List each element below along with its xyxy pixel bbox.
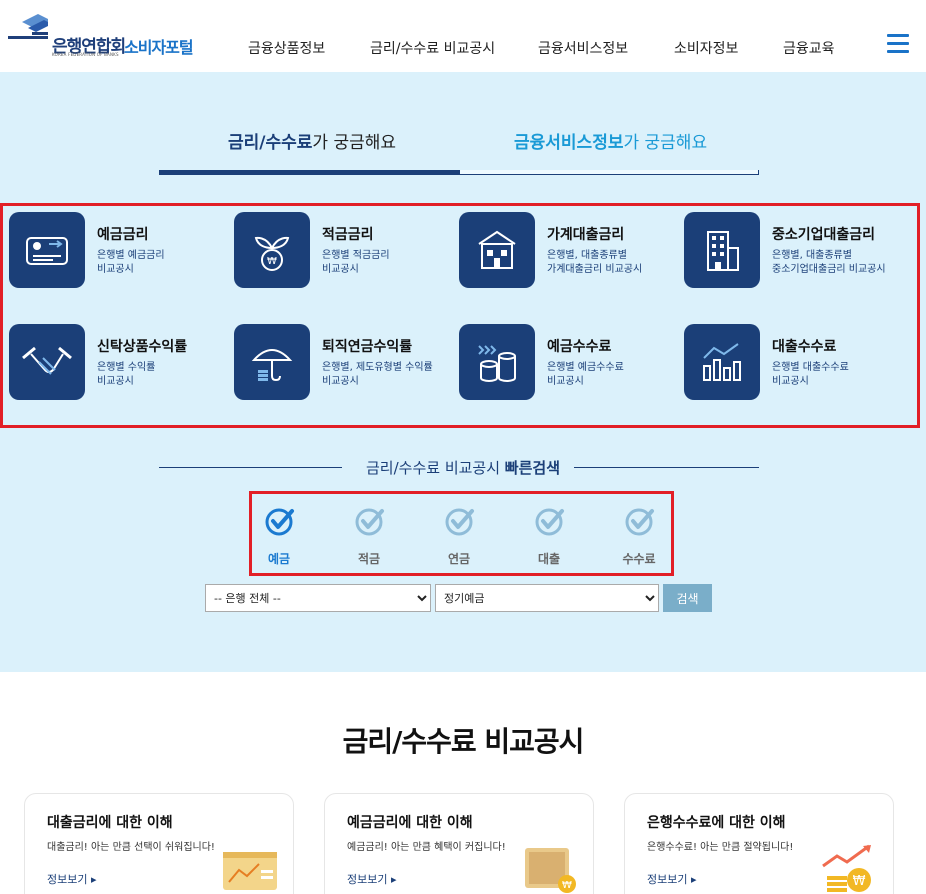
check-circle-icon	[445, 508, 474, 536]
portal-name: 소비자포털	[124, 38, 194, 57]
office-building-icon	[684, 212, 760, 288]
coin-stacks-icon	[459, 324, 535, 400]
safe-coin-icon: ₩	[525, 848, 576, 893]
svg-text:₩: ₩	[267, 256, 277, 267]
tab-financial-services[interactable]: 금융서비스정보가 궁금해요	[514, 128, 707, 153]
quick-search-title: 금리/수수료 비교공시 빠른검색	[366, 459, 560, 477]
chart-board-icon	[223, 852, 277, 890]
service-loan-fee[interactable]: 대출수수료 은행별 대출수수료 비교공시	[684, 324, 909, 400]
nav-financial-products[interactable]: 금융상품정보	[248, 38, 325, 58]
card-title: 예금금리에 대한 이해	[347, 815, 473, 831]
service-deposit-fee[interactable]: 예금수수료 은행별 예금수수료 비교공시	[459, 324, 684, 400]
card-link[interactable]: 정보보기 ▸	[647, 871, 697, 887]
check-circle-icon	[265, 508, 294, 536]
nav-consumer-info[interactable]: 소비자정보	[674, 38, 738, 58]
quick-option-label: 예금	[267, 552, 291, 566]
card-title: 은행수수료에 대한 이해	[647, 815, 786, 831]
service-trust-return[interactable]: 신탁상품수익률 은행별 수익률 비교공시	[9, 324, 234, 400]
nav-financial-services[interactable]: 금융서비스정보	[538, 38, 628, 58]
quick-option-label: 대출	[537, 552, 561, 566]
coin-growth-icon: ₩	[822, 844, 871, 892]
card-desc: 은행수수료! 아는 만큼 절약됩니다!	[647, 842, 794, 853]
section-title: 금리/수수료 비교공시	[342, 725, 585, 758]
umbrella-coins-icon	[234, 324, 310, 400]
divider-right	[574, 467, 759, 468]
info-card-deposit-rate[interactable]: 예금금리에 대한 이해 예금금리! 아는 만큼 혜택이 커집니다! 정보보기 ▸…	[324, 793, 594, 894]
service-desc: 은행별 대출수수료 비교공시	[772, 362, 849, 387]
service-title: 예금수수료	[547, 339, 612, 355]
service-household-loan-rate[interactable]: 가계대출금리 은행별, 대출종류별 가계대출금리 비교공시	[459, 212, 684, 288]
card-desc: 예금금리! 아는 만큼 혜택이 커집니다!	[347, 842, 506, 853]
service-desc: 은행별, 대출종류별 중소기업대출금리 비교공시	[772, 250, 886, 275]
tab-active-indicator	[159, 170, 459, 175]
tab-underline	[459, 170, 759, 175]
nav-financial-education[interactable]: 금융교육	[783, 38, 835, 58]
handshake-icon	[9, 324, 85, 400]
service-title: 대출수수료	[772, 339, 837, 355]
nav-rate-fee-comparison[interactable]: 금리/수수료 비교공시	[370, 38, 495, 58]
quick-option-deposit[interactable]: 예금	[249, 506, 309, 567]
service-savings-rate[interactable]: ₩ 적금금리 은행별 적금금리 비교공시	[234, 212, 459, 288]
org-english-name: KOREA FEDERATION OF BANKS	[52, 52, 119, 57]
check-circle-icon	[355, 508, 384, 536]
service-desc: 은행별 수익률 비교공시	[97, 362, 156, 387]
house-building-icon	[459, 212, 535, 288]
service-pension-return[interactable]: 퇴직연금수익률 은행별, 제도유형별 수익률 비교공시	[234, 324, 459, 400]
service-title: 중소기업대출금리	[772, 227, 876, 243]
info-card-loan-rate[interactable]: 대출금리에 대한 이해 대출금리! 아는 만큼 선택이 쉬워집니다! 정보보기 …	[24, 793, 294, 894]
service-deposit-rate[interactable]: 예금금리 은행별 예금금리 비교공시	[9, 212, 234, 288]
svg-text:₩: ₩	[562, 880, 572, 891]
service-title: 예금금리	[97, 227, 149, 243]
card-desc: 대출금리! 아는 만큼 선택이 쉬워집니다!	[47, 842, 215, 853]
quick-option-label: 적금	[357, 552, 381, 566]
service-title: 가계대출금리	[547, 227, 625, 243]
product-select[interactable]: 정기예금	[435, 584, 659, 612]
service-title: 신탁상품수익률	[97, 339, 188, 355]
hamburger-menu-icon[interactable]	[887, 34, 909, 54]
service-title: 적금금리	[322, 227, 374, 243]
card-title: 대출금리에 대한 이해	[47, 815, 173, 831]
quick-option-label: 연금	[447, 552, 471, 566]
service-title: 퇴직연금수익률	[322, 339, 413, 355]
info-card-bank-fee[interactable]: 은행수수료에 대한 이해 은행수수료! 아는 만큼 절약됩니다! 정보보기 ▸ …	[624, 793, 894, 894]
quick-option-loan[interactable]: 대출	[519, 506, 579, 567]
bar-chart-icon	[684, 324, 760, 400]
site-logo[interactable]: 은행연합회 KOREA FEDERATION OF BANKS 소비자포털	[8, 12, 198, 62]
check-circle-icon	[535, 508, 564, 536]
check-circle-icon	[625, 508, 654, 536]
service-desc: 은행별 예금수수료 비교공시	[547, 362, 624, 387]
service-desc: 은행별 예금금리 비교공시	[97, 250, 165, 275]
service-desc: 은행별 적금금리 비교공시	[322, 250, 390, 275]
deposit-card-icon	[9, 212, 85, 288]
service-sme-loan-rate[interactable]: 중소기업대출금리 은행별, 대출종류별 중소기업대출금리 비교공시	[684, 212, 909, 288]
tab-rate-fee[interactable]: 금리/수수료가 궁금해요	[228, 128, 396, 153]
search-button[interactable]: 검색	[663, 584, 712, 612]
quick-option-pension[interactable]: 연금	[429, 506, 489, 567]
quick-option-label: 수수료	[622, 552, 656, 566]
site-header: 은행연합회 KOREA FEDERATION OF BANKS 소비자포털 금융…	[0, 0, 926, 72]
card-link[interactable]: 정보보기 ▸	[347, 871, 397, 887]
quick-option-fee[interactable]: 수수료	[609, 506, 669, 567]
service-desc: 은행별, 제도유형별 수익률 비교공시	[322, 362, 433, 387]
service-desc: 은행별, 대출종류별 가계대출금리 비교공시	[547, 250, 643, 275]
bank-federation-logo-icon	[8, 14, 48, 39]
svg-text:₩: ₩	[853, 874, 866, 889]
quick-option-savings[interactable]: 적금	[339, 506, 399, 567]
savings-plant-icon: ₩	[234, 212, 310, 288]
card-link[interactable]: 정보보기 ▸	[47, 871, 97, 887]
bank-select[interactable]: -- 은행 전체 --	[205, 584, 431, 612]
